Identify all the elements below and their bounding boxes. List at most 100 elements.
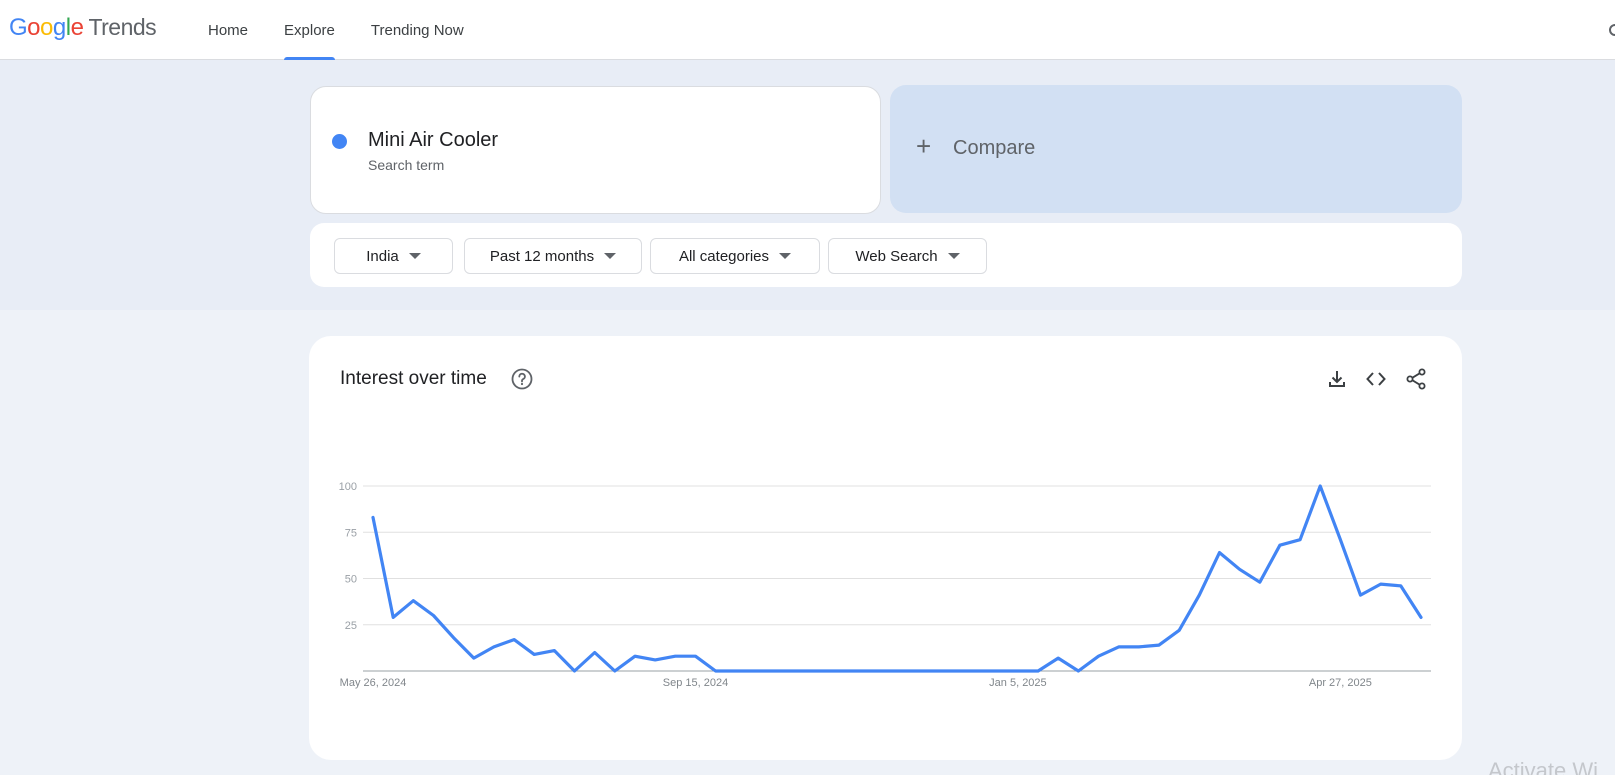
data-point bbox=[1279, 544, 1282, 547]
tab-trending-now-label: Trending Now bbox=[370, 21, 464, 39]
dropdown-arrow-icon bbox=[947, 253, 960, 259]
data-point bbox=[1420, 616, 1423, 619]
logo-letter: g bbox=[52, 14, 66, 41]
tab-explore-label: Explore bbox=[284, 21, 335, 39]
search-type-filter[interactable]: Web Search bbox=[828, 238, 987, 274]
main-nav: Home Explore Trending Now bbox=[190, 0, 482, 60]
logo-letter: o bbox=[27, 14, 41, 41]
category-filter-label: All categories bbox=[678, 247, 770, 265]
term-color-dot bbox=[332, 134, 347, 149]
data-point bbox=[694, 655, 697, 658]
search-term-name[interactable]: Mini Air Cooler bbox=[368, 129, 498, 152]
data-point bbox=[956, 670, 959, 673]
data-point bbox=[896, 670, 899, 673]
data-point bbox=[714, 670, 717, 673]
data-point bbox=[573, 670, 576, 673]
data-point bbox=[916, 670, 919, 673]
data-point bbox=[1017, 670, 1020, 673]
data-point bbox=[1379, 583, 1382, 586]
data-point bbox=[513, 638, 516, 641]
data-point bbox=[795, 670, 798, 673]
data-point bbox=[613, 670, 616, 673]
data-point bbox=[493, 646, 496, 649]
data-point bbox=[1097, 655, 1100, 658]
logo-letter: G bbox=[9, 14, 28, 41]
interest-over-time-card: Interest over time 25 50 75 100 May 26, 2024… bbox=[309, 336, 1462, 760]
data-point bbox=[1319, 485, 1322, 488]
data-point bbox=[654, 659, 657, 662]
region-filter[interactable]: India bbox=[334, 238, 453, 274]
x-tick-label: Jan 5, 2025 bbox=[989, 677, 1047, 689]
data-point bbox=[775, 670, 778, 673]
tab-home-label: Home bbox=[208, 21, 249, 39]
data-point bbox=[432, 614, 435, 617]
logo-letter: e bbox=[70, 14, 84, 41]
data-point bbox=[472, 657, 475, 660]
account-icon[interactable] bbox=[1607, 22, 1615, 36]
compare-label: Compare bbox=[953, 137, 1036, 159]
region-filter-label: India bbox=[366, 247, 399, 265]
data-point bbox=[1198, 594, 1201, 597]
data-point bbox=[674, 655, 677, 658]
logo-letter: o bbox=[40, 14, 53, 41]
google-trends-logo[interactable]: Google Trends bbox=[9, 14, 157, 42]
x-tick-label: Apr 27, 2025 bbox=[1309, 677, 1372, 689]
data-point bbox=[634, 655, 637, 658]
data-point bbox=[815, 670, 818, 673]
data-point bbox=[976, 670, 979, 673]
activation-watermark: Activate Wi bbox=[1488, 758, 1599, 775]
data-point bbox=[1238, 568, 1241, 571]
data-point bbox=[1077, 670, 1080, 673]
search-type-filter-label: Web Search bbox=[855, 247, 938, 265]
tab-home[interactable]: Home bbox=[190, 0, 266, 60]
y-tick-label: 100 bbox=[339, 481, 357, 493]
data-point bbox=[1137, 646, 1140, 649]
x-tick-label: May 26, 2024 bbox=[340, 677, 407, 689]
x-tick-label: Sep 15, 2024 bbox=[663, 677, 728, 689]
data-point bbox=[835, 670, 838, 673]
filter-bar: India Past 12 months All categories Web … bbox=[310, 223, 1462, 287]
dropdown-arrow-icon bbox=[779, 253, 792, 259]
category-filter[interactable]: All categories bbox=[650, 238, 820, 274]
data-point bbox=[1218, 551, 1221, 554]
data-point bbox=[755, 670, 758, 673]
tab-trending-now[interactable]: Trending Now bbox=[353, 0, 482, 60]
google-wordmark: Google bbox=[9, 14, 84, 42]
data-point bbox=[1117, 646, 1120, 649]
tab-explore[interactable]: Explore bbox=[266, 0, 353, 60]
data-point bbox=[553, 649, 556, 652]
data-point bbox=[372, 516, 375, 519]
data-point bbox=[1359, 594, 1362, 597]
data-point bbox=[1339, 538, 1342, 541]
trends-wordmark: Trends bbox=[88, 14, 157, 40]
data-point bbox=[875, 670, 878, 673]
data-point bbox=[452, 636, 455, 639]
data-point bbox=[392, 616, 395, 619]
data-point bbox=[1057, 657, 1060, 660]
compare-button[interactable]: + Compare bbox=[890, 85, 1462, 213]
data-point bbox=[1258, 581, 1261, 584]
time-range-filter[interactable]: Past 12 months bbox=[464, 238, 642, 274]
data-point bbox=[1299, 538, 1302, 541]
y-tick-label: 25 bbox=[345, 620, 357, 632]
interest-line-chart: 25 50 75 100 May 26, 2024 Sep 15, 2024 Jan 5, … bbox=[339, 481, 1431, 689]
data-point bbox=[1158, 644, 1161, 647]
search-term-type: Search term bbox=[368, 157, 445, 173]
data-point bbox=[1037, 670, 1040, 673]
data-point bbox=[734, 670, 737, 673]
y-tick-label: 50 bbox=[345, 574, 357, 586]
top-app-bar: Google Trends Home Explore Trending Now bbox=[0, 0, 1615, 60]
plus-icon: + bbox=[916, 131, 932, 161]
data-point bbox=[1399, 585, 1402, 588]
data-point bbox=[533, 653, 536, 656]
dropdown-arrow-icon bbox=[408, 253, 421, 259]
data-point bbox=[593, 651, 596, 654]
dropdown-arrow-icon bbox=[604, 253, 617, 259]
time-range-filter-label: Past 12 months bbox=[489, 247, 595, 265]
search-term-card[interactable]: Mini Air Cooler Search term bbox=[310, 86, 881, 214]
data-point bbox=[412, 599, 415, 602]
data-point bbox=[1178, 629, 1181, 632]
data-point bbox=[936, 670, 939, 673]
data-point bbox=[996, 670, 999, 673]
y-tick-label: 75 bbox=[345, 527, 357, 539]
